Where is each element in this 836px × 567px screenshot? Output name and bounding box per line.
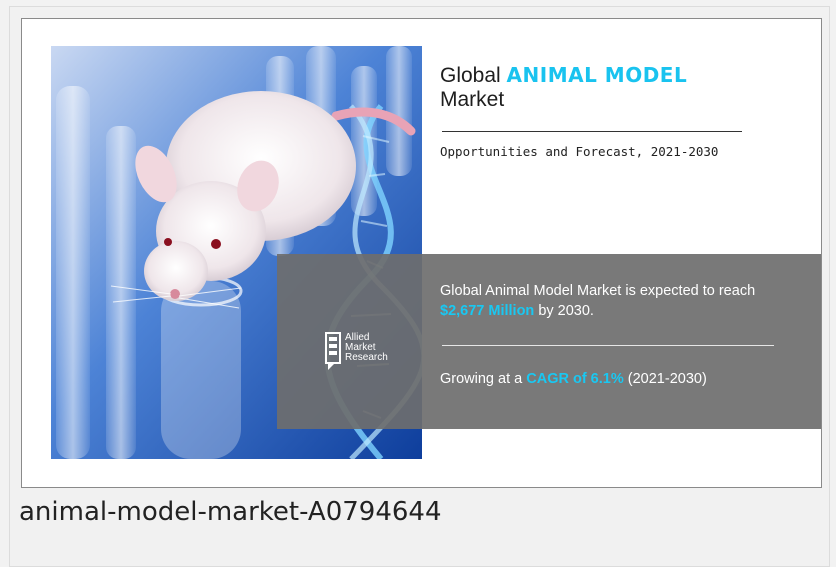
cagr-value: CAGR of 6.1%: [526, 371, 624, 387]
title-accent: ANIMAL MODEL: [506, 63, 688, 87]
title-prefix: Global: [440, 64, 501, 87]
market-forecast-text: Global Animal Model Market is expected t…: [440, 283, 756, 319]
allied-market-research-logo: Allied Market Research: [325, 331, 405, 371]
market-value: $2,677 Million: [440, 303, 535, 319]
banner-title: Global ANIMAL MODEL Market: [440, 63, 800, 112]
divider: [442, 131, 742, 132]
market-banner-image[interactable]: Allied Market Research Global ANIMAL MOD…: [21, 18, 822, 488]
image-caption: animal-model-market-A0794644: [19, 497, 442, 527]
title-line2: Market: [440, 88, 505, 111]
logo-mark-icon: [325, 332, 341, 370]
divider: [442, 345, 774, 346]
growth-rate-text: Growing at a CAGR of 6.1% (2021-2030): [440, 371, 707, 387]
banner-subtitle: Opportunities and Forecast, 2021-2030: [440, 144, 719, 159]
